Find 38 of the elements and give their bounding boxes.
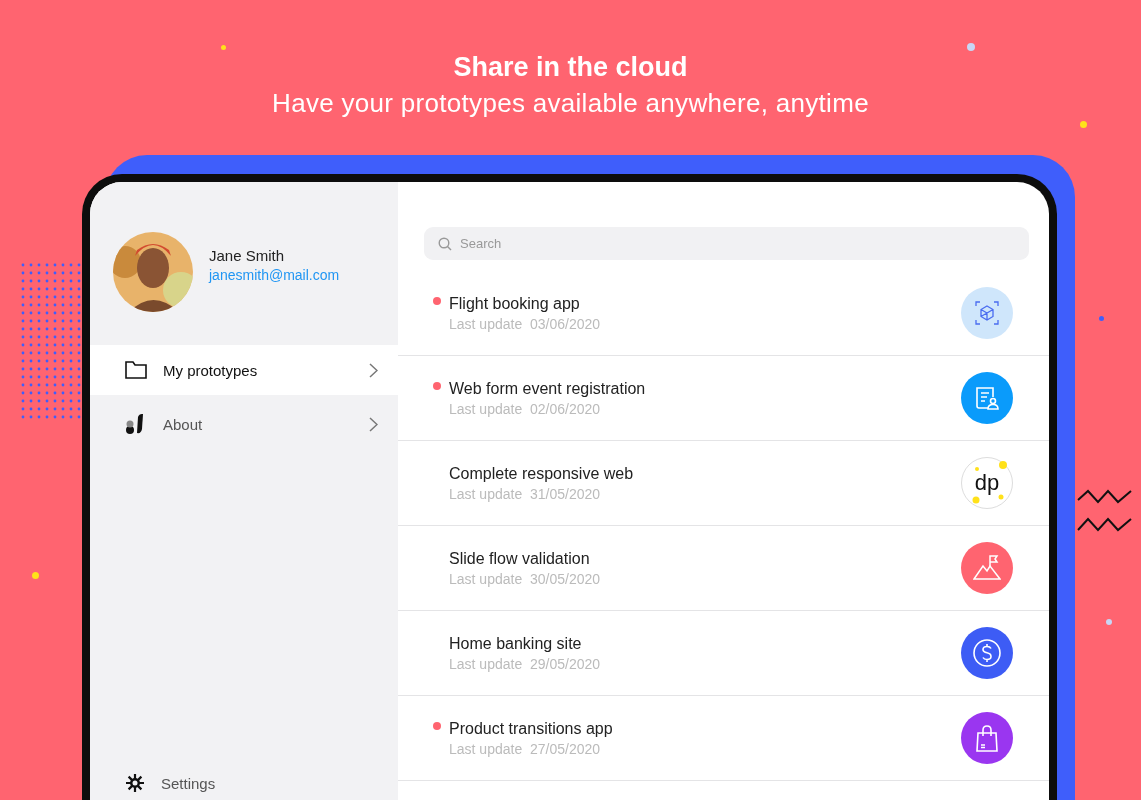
prototype-row[interactable]: Web form event registration Last update 02/06/2020	[398, 356, 1049, 441]
settings-icon	[125, 773, 145, 793]
decor-dot	[1106, 619, 1112, 625]
last-update-text: Last update 03/06/2020	[449, 315, 602, 332]
headline-title: Share in the cloud	[453, 51, 688, 83]
prototype-title: Home banking site	[449, 634, 583, 653]
menu-item[interactable]: My prototypes	[90, 345, 398, 395]
decor-dot	[1098, 315, 1104, 321]
project-icon: dp	[961, 457, 1013, 509]
menu-item[interactable]: About	[90, 395, 398, 453]
last-update-text: Last update 30/05/2020	[449, 570, 602, 587]
prototype-title: Flight booking app	[449, 294, 581, 313]
decor-dot	[967, 43, 975, 51]
prototype-title: Slide flow validation	[449, 549, 591, 568]
user-email: janesmith@mail.com	[209, 267, 340, 283]
chevron-right-icon	[369, 362, 378, 378]
settings-item[interactable]: Settings	[90, 773, 398, 793]
decor-dot	[1079, 120, 1087, 128]
zigzag-drawing	[1077, 488, 1133, 534]
prototype-row[interactable]: Slide flow validation Last update 30/05/2020	[398, 526, 1049, 611]
last-update-text: Last update 29/05/2020	[449, 655, 602, 672]
user-name: Jane Smith	[209, 247, 286, 264]
prototype-title: Product transitions app	[449, 719, 614, 738]
last-update-text: Last update 31/05/2020	[449, 485, 602, 502]
prototype-row[interactable]: Flight booking app Last update 03/06/2020	[398, 271, 1049, 356]
chevron-right-icon	[369, 416, 378, 432]
decor-dot	[31, 571, 39, 579]
prototype-title: Complete responsive web	[449, 464, 635, 483]
search-field[interactable]: Search	[424, 227, 1029, 260]
prototype-row[interactable]: Home banking site Last update 29/05/2020	[398, 611, 1049, 696]
prototype-row[interactable]: Product transitions app Last update 27/05/2020	[398, 696, 1049, 781]
decor-dot	[220, 44, 226, 50]
headline-subtitle: Have your prototypes available anywhere, anytime	[272, 87, 869, 120]
last-update-text: Last update 02/06/2020	[449, 400, 602, 417]
prototype-row[interactable]: Complete responsive web Last update 31/05/2020 dp	[398, 441, 1049, 526]
prototype-title: Web form event registration	[449, 379, 647, 398]
last-update-text: Last update 27/05/2020	[449, 740, 602, 757]
folder-icon	[125, 361, 147, 379]
